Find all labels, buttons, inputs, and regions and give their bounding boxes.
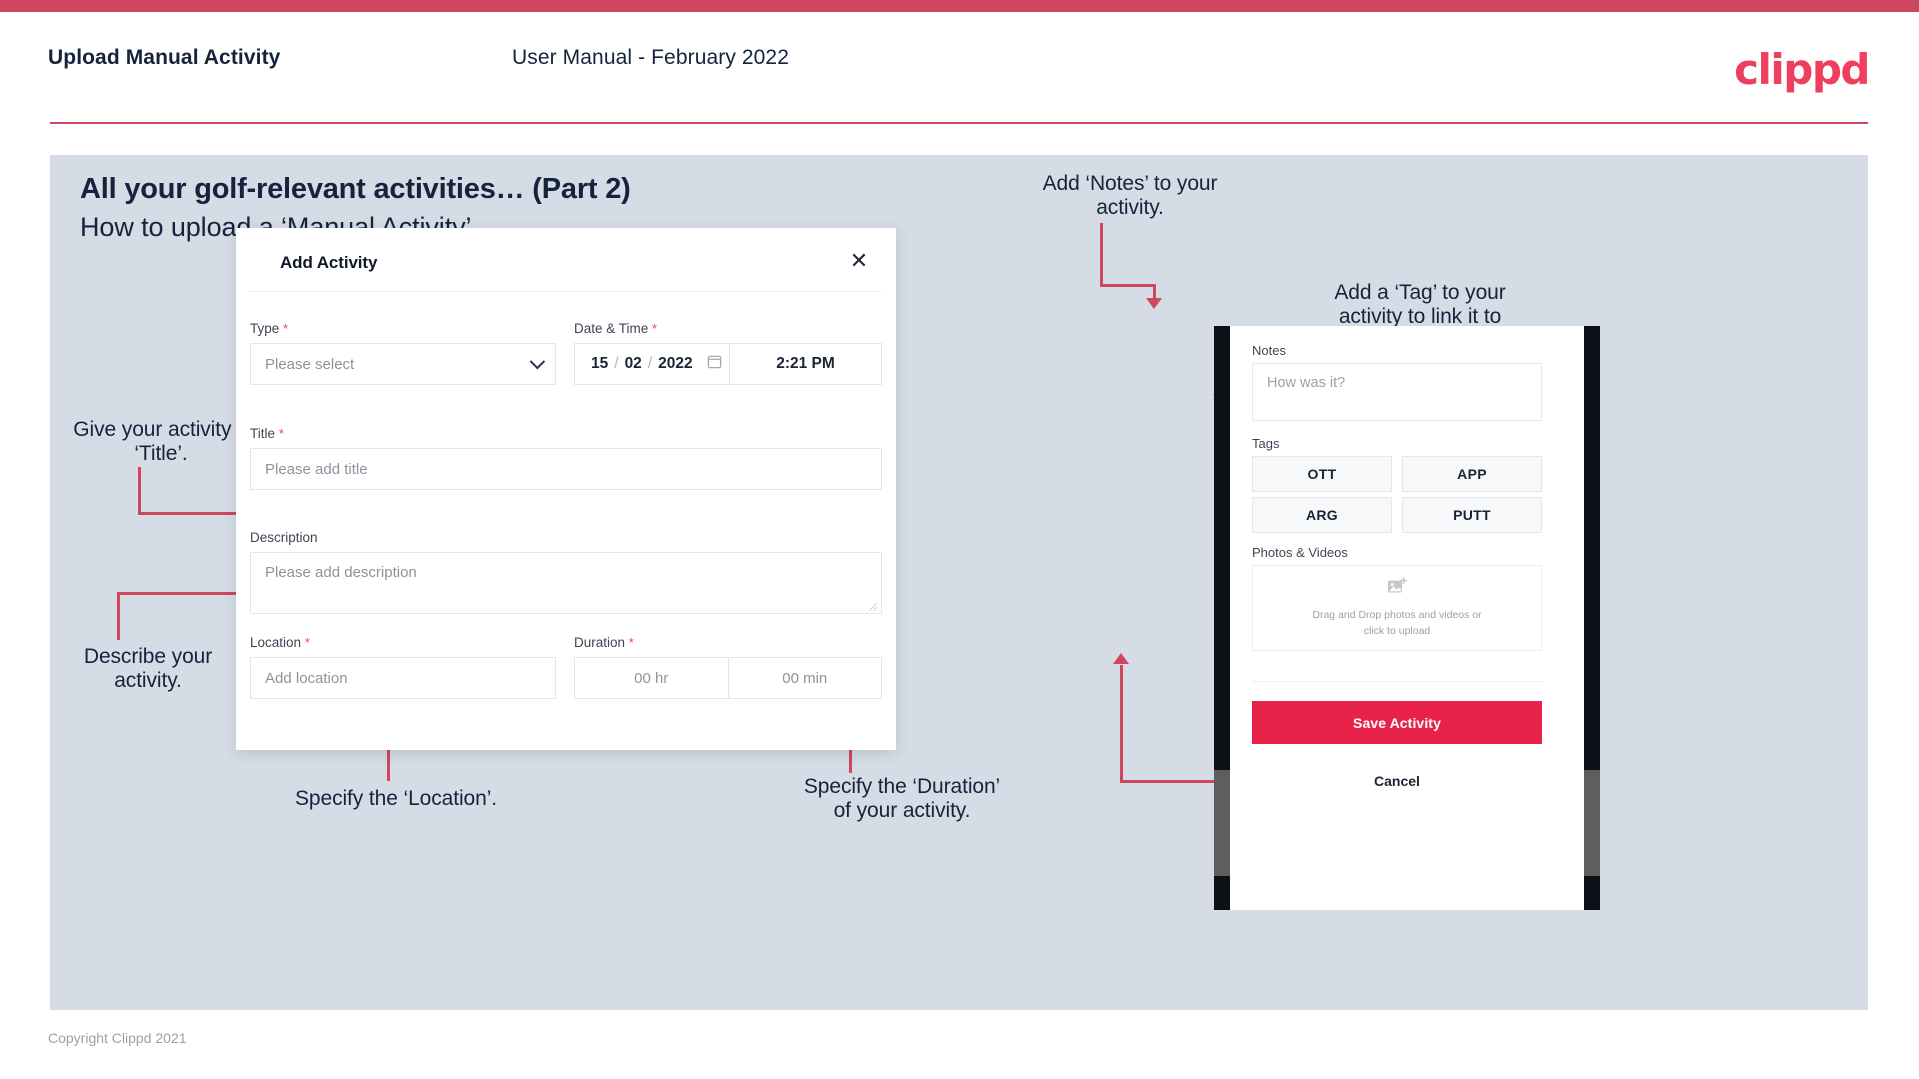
type-select[interactable]: Please select [250, 343, 556, 385]
phone-bezel-left [1214, 326, 1230, 910]
location-required-mark: * [304, 635, 310, 650]
connector-desc-v [117, 592, 120, 640]
footer-copyright: Copyright Clippd 2021 [48, 1030, 187, 1046]
connector-title-h [138, 512, 252, 515]
save-activity-button[interactable]: Save Activity [1252, 701, 1542, 744]
callout-duration: Specify the ‘Duration’ of your activity. [803, 775, 1001, 823]
phone-power-button-right [1584, 770, 1600, 876]
duration-hours-input[interactable]: 00 hr [575, 658, 729, 698]
location-label: Location * [250, 635, 310, 650]
callout-location: Specify the ‘Location’. [295, 787, 497, 810]
photos-label: Photos & Videos [1252, 545, 1348, 560]
title-label: Title * [250, 426, 284, 441]
date-year: 2022 [658, 355, 693, 372]
clippd-logo: clippd [1734, 45, 1870, 94]
type-required-mark: * [283, 321, 289, 336]
phone-bezel-right [1584, 326, 1600, 910]
time-input[interactable]: 2:21 PM [730, 344, 881, 384]
location-label-text: Location [250, 635, 302, 650]
dropzone-text: Drag and Drop photos and videos or click… [1312, 608, 1481, 640]
description-placeholder: Please add description [265, 564, 417, 581]
close-icon[interactable]: ✕ [844, 246, 874, 276]
connector-save-v [1120, 665, 1123, 783]
photo-dropzone[interactable]: Drag and Drop photos and videos or click… [1252, 565, 1542, 651]
callout-notes: Add ‘Notes’ to your activity. [1042, 172, 1218, 220]
connector-notes-h [1100, 284, 1156, 287]
duration-label-text: Duration [574, 635, 626, 650]
dialog-title: Add Activity [280, 253, 378, 272]
chevron-down-icon [529, 353, 546, 370]
type-label-text: Type [250, 321, 280, 336]
resize-grip-icon[interactable] [866, 599, 878, 612]
phone-screen: Notes How was it? Tags OTT APP ARG PUTT … [1230, 326, 1584, 910]
duration-required-mark: * [628, 635, 634, 650]
datetime-label: Date & Time * [574, 321, 657, 336]
date-day: 15 [591, 355, 609, 372]
add-image-icon [1387, 576, 1407, 601]
duration-label: Duration * [574, 635, 634, 650]
tags-label: Tags [1252, 436, 1280, 451]
title-placeholder: Please add title [265, 460, 368, 478]
phone-volume-button-left [1214, 770, 1230, 876]
tag-ott[interactable]: OTT [1252, 456, 1392, 492]
date-input[interactable]: 15 / 02 / 2022 [575, 344, 730, 384]
dialog-divider [250, 291, 882, 292]
type-label: Type * [250, 321, 288, 336]
document-subtitle: User Manual - February 2022 [512, 46, 789, 69]
calendar-icon[interactable] [707, 354, 722, 374]
connector-title-v [138, 467, 141, 515]
connector-save-arrow [1113, 653, 1129, 664]
datetime-label-text: Date & Time [574, 321, 649, 336]
date-sep-1: / [614, 355, 619, 372]
title-label-text: Title [250, 426, 276, 441]
title-input[interactable]: Please add title [250, 448, 882, 490]
add-activity-dialog: Add Activity ✕ Type * Please select Date… [236, 228, 896, 750]
connector-notes-arrow [1146, 298, 1162, 309]
callout-description: Describe your activity. [83, 645, 213, 693]
connector-desc-h [117, 592, 243, 595]
phone-mockup: Notes How was it? Tags OTT APP ARG PUTT … [1214, 326, 1600, 910]
location-placeholder: Add location [265, 669, 348, 687]
header-divider [50, 122, 1868, 124]
datetime-required-mark: * [652, 321, 658, 336]
date-month: 02 [624, 355, 642, 372]
description-textarea[interactable]: Please add description [250, 552, 882, 614]
title-required-mark: * [278, 426, 284, 441]
notes-placeholder: How was it? [1267, 375, 1346, 391]
phone-divider [1252, 681, 1542, 682]
description-label: Description [250, 530, 318, 545]
slide-heading: All your golf-relevant activities… (Part… [80, 173, 631, 205]
tag-putt[interactable]: PUTT [1402, 497, 1542, 533]
tag-app[interactable]: APP [1402, 456, 1542, 492]
dropzone-line-2: click to upload [1363, 624, 1431, 637]
connector-notes-v1 [1100, 223, 1103, 287]
datetime-field[interactable]: 15 / 02 / 2022 2:21 PM [574, 343, 882, 385]
duration-minutes-input[interactable]: 00 min [729, 658, 882, 698]
dropzone-line-1: Drag and Drop photos and videos or [1312, 608, 1482, 621]
location-input[interactable]: Add location [250, 657, 556, 699]
top-accent-bar [0, 0, 1919, 12]
notes-label: Notes [1252, 343, 1286, 358]
cancel-button[interactable]: Cancel [1252, 766, 1542, 796]
tag-arg[interactable]: ARG [1252, 497, 1392, 533]
duration-field: 00 hr 00 min [574, 657, 882, 699]
date-sep-2: / [647, 355, 653, 372]
notes-textarea[interactable]: How was it? [1252, 363, 1542, 421]
type-placeholder: Please select [265, 355, 355, 373]
page-title: Upload Manual Activity [48, 46, 281, 69]
description-label-text: Description [250, 530, 318, 545]
